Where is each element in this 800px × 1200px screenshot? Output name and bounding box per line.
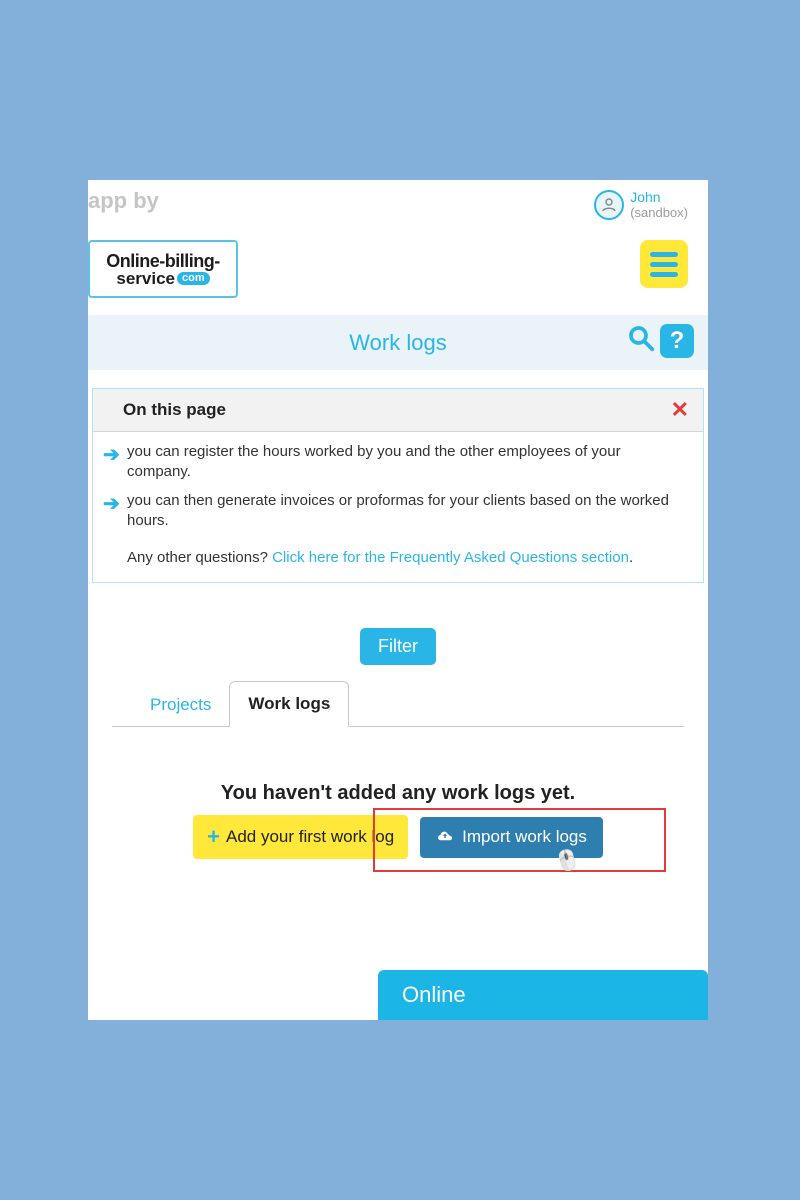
user-text: John (sandbox) xyxy=(630,190,688,220)
avatar-icon xyxy=(594,190,624,220)
app-by-label: app by xyxy=(88,188,159,214)
title-actions: ? xyxy=(626,323,694,358)
user-context: (sandbox) xyxy=(630,206,688,220)
hamburger-line-icon xyxy=(650,252,678,257)
tabs: Projects Work logs xyxy=(112,680,684,727)
hamburger-line-icon xyxy=(650,272,678,277)
chat-widget[interactable]: Online xyxy=(378,970,708,1020)
help-button[interactable]: ? xyxy=(660,324,694,358)
empty-state: You haven't added any work logs yet. + A… xyxy=(88,782,708,859)
info-item-text: you can register the hours worked by you… xyxy=(127,442,685,483)
empty-title: You haven't added any work logs yet. xyxy=(88,782,708,805)
faq-line: Any other questions? Click here for the … xyxy=(103,549,685,566)
info-header: On this page ✕ xyxy=(93,389,703,432)
page-title: Work logs xyxy=(349,330,446,356)
hamburger-menu-button[interactable] xyxy=(640,240,688,288)
question-icon: ? xyxy=(670,327,685,355)
plus-icon: + xyxy=(207,824,220,850)
info-item: ➔ you can register the hours worked by y… xyxy=(103,442,685,483)
filter-wrap: Filter xyxy=(88,628,708,665)
faq-suffix: . xyxy=(629,549,633,566)
faq-prefix: Any other questions? xyxy=(127,549,272,566)
search-icon[interactable] xyxy=(626,323,656,358)
logo-badge: com xyxy=(177,272,210,285)
add-work-log-button[interactable]: + Add your first work log xyxy=(193,815,408,859)
arrow-right-icon: ➔ xyxy=(103,491,121,532)
brand-logo[interactable]: Online-billing- service com xyxy=(88,240,238,298)
info-item-text: you can then generate invoices or profor… xyxy=(127,491,685,532)
import-work-logs-button[interactable]: Import work logs xyxy=(420,817,603,858)
cloud-upload-icon xyxy=(436,826,454,849)
import-work-logs-label: Import work logs xyxy=(462,827,587,847)
empty-actions: + Add your first work log Import work lo… xyxy=(88,815,708,859)
arrow-right-icon: ➔ xyxy=(103,442,121,483)
info-panel: On this page ✕ ➔ you can register the ho… xyxy=(92,388,704,583)
chat-status-label: Online xyxy=(402,982,466,1008)
logo-line2: service com xyxy=(116,270,209,287)
close-icon[interactable]: ✕ xyxy=(671,397,689,423)
page-title-bar: Work logs ? xyxy=(88,315,708,370)
hamburger-line-icon xyxy=(650,262,678,267)
tab-projects[interactable]: Projects xyxy=(132,683,229,727)
filter-button[interactable]: Filter xyxy=(360,628,436,665)
logo-line1: Online-billing- xyxy=(106,252,219,270)
user-menu[interactable]: John (sandbox) xyxy=(594,190,688,220)
user-name: John xyxy=(630,190,688,205)
logo-row: Online-billing- service com xyxy=(88,240,708,315)
tab-work-logs[interactable]: Work logs xyxy=(229,681,349,727)
info-item: ➔ you can then generate invoices or prof… xyxy=(103,491,685,532)
info-body: ➔ you can register the hours worked by y… xyxy=(93,432,703,582)
faq-link[interactable]: Click here for the Frequently Asked Ques… xyxy=(272,549,629,566)
add-work-log-label: Add your first work log xyxy=(226,827,394,847)
top-bar: app by John (sandbox) xyxy=(88,180,708,240)
info-header-title: On this page xyxy=(123,400,226,420)
app-window: app by John (sandbox) Online-billing- se… xyxy=(88,180,708,1020)
